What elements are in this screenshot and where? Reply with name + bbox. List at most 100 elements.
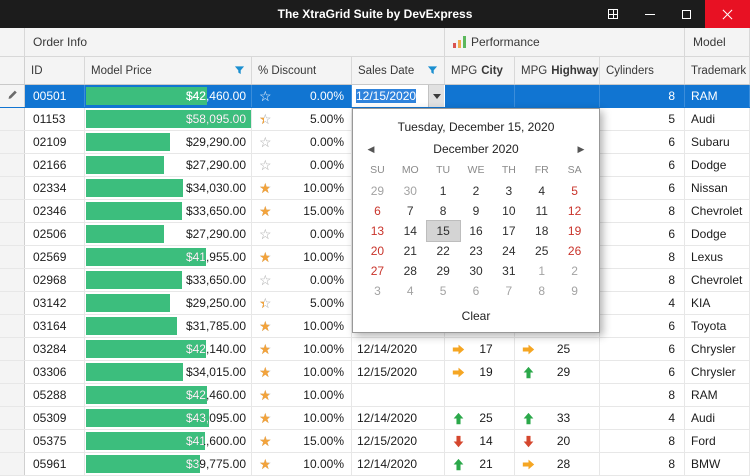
row-indicator[interactable] [0, 384, 25, 406]
column-header-discount[interactable]: % Discount [252, 57, 352, 84]
cell-cylinders[interactable]: 4 [600, 292, 685, 314]
cell-cylinders[interactable]: 8 [600, 200, 685, 222]
cell-model-price[interactable]: $27,290.00 $27,290.00 [85, 154, 252, 176]
cell-cylinders[interactable]: 8 [600, 85, 685, 107]
calendar-day[interactable]: 31 [492, 261, 525, 281]
table-row[interactable]: 00501 $42,460.00 $42,460.00 ☆ ★ 0.00% 12/15/20… [0, 85, 750, 108]
row-indicator[interactable] [0, 108, 25, 130]
dropdown-button[interactable] [428, 85, 444, 107]
calendar-day[interactable]: 23 [460, 241, 493, 261]
cell-cylinders[interactable]: 8 [600, 246, 685, 268]
cell-cylinders[interactable]: 8 [600, 384, 685, 406]
calendar-day[interactable]: 29 [361, 181, 394, 201]
cell-trademark[interactable]: RAM [685, 85, 750, 107]
calendar-day[interactable]: 13 [361, 221, 394, 241]
calendar-day[interactable]: 25 [525, 241, 558, 261]
cell-id[interactable]: 05961 [25, 453, 85, 475]
cell-id[interactable]: 05375 [25, 430, 85, 452]
cell-trademark[interactable]: Chrysler [685, 361, 750, 383]
filter-icon[interactable] [427, 65, 438, 76]
cell-cylinders[interactable]: 5 [600, 108, 685, 130]
row-indicator[interactable] [0, 223, 25, 245]
cell-model-price[interactable]: $29,250.00 $29,250.00 [85, 292, 252, 314]
cell-trademark[interactable]: RAM [685, 384, 750, 406]
calendar-day[interactable]: 14 [394, 221, 427, 241]
cell-trademark[interactable]: Nissan [685, 177, 750, 199]
cell-cylinders[interactable]: 6 [600, 338, 685, 360]
cell-id[interactable]: 02506 [25, 223, 85, 245]
row-indicator[interactable] [0, 338, 25, 360]
calendar-day[interactable]: 3 [492, 181, 525, 201]
row-indicator[interactable] [0, 246, 25, 268]
cell-trademark[interactable]: BMW [685, 453, 750, 475]
column-header-cylinders[interactable]: Cylinders [600, 57, 685, 84]
table-row[interactable]: 05961 $39,775.00 $39,775.00 ☆ ★ 10.00% 12/14/2… [0, 453, 750, 476]
calendar-day[interactable]: 2 [558, 261, 591, 281]
calendar-day[interactable]: 8 [525, 281, 558, 301]
calendar-prev-month-button[interactable]: ◀ [363, 144, 379, 155]
cell-mpg-city[interactable] [445, 384, 515, 406]
cell-sales-date[interactable]: 12/14/2020 [352, 453, 445, 475]
calendar-day[interactable]: 9 [460, 201, 493, 221]
cell-discount[interactable]: ☆ ★ 10.00% [252, 407, 352, 429]
calendar-day[interactable]: 2 [460, 181, 493, 201]
cell-trademark[interactable]: Chrysler [685, 338, 750, 360]
cell-trademark[interactable]: Chevrolet [685, 269, 750, 291]
row-indicator[interactable] [0, 177, 25, 199]
cell-trademark[interactable]: Dodge [685, 154, 750, 176]
cell-mpg-city[interactable]: 14 [445, 430, 515, 452]
calendar-day[interactable]: 30 [460, 261, 493, 281]
cell-trademark[interactable]: Chevrolet [685, 200, 750, 222]
cell-trademark[interactable]: KIA [685, 292, 750, 314]
filter-icon[interactable] [234, 65, 245, 76]
cell-model-price[interactable]: $43,095.00 $43,095.00 [85, 407, 252, 429]
cell-discount[interactable]: ☆ ★ 10.00% [252, 315, 352, 337]
calendar-month-label[interactable]: December 2020 [379, 142, 573, 156]
calendar-clear-button[interactable]: Clear [361, 301, 591, 330]
table-row[interactable]: 05375 $41,600.00 $41,600.00 ☆ ★ 15.00% 12/15/2… [0, 430, 750, 453]
calendar-day[interactable]: 6 [460, 281, 493, 301]
cell-sales-date[interactable]: 12/15/2020 [352, 361, 445, 383]
cell-discount[interactable]: ☆ ★ 0.00% [252, 131, 352, 153]
calendar-day[interactable]: 17 [492, 221, 525, 241]
cell-id[interactable]: 03142 [25, 292, 85, 314]
cell-trademark[interactable]: Ford [685, 430, 750, 452]
calendar-day[interactable]: 15 [425, 220, 461, 242]
cell-mpg-city[interactable]: 19 [445, 361, 515, 383]
cell-sales-date[interactable]: 12/14/2020 [352, 338, 445, 360]
calendar-day[interactable]: 3 [361, 281, 394, 301]
cell-sales-date[interactable] [352, 384, 445, 406]
cell-discount[interactable]: ☆ ★ 5.00% [252, 292, 352, 314]
cell-mpg-city[interactable]: 17 [445, 338, 515, 360]
cell-cylinders[interactable]: 8 [600, 269, 685, 291]
cell-cylinders[interactable]: 8 [600, 453, 685, 475]
calendar-day[interactable]: 28 [394, 261, 427, 281]
cell-id[interactable]: 01153 [25, 108, 85, 130]
cell-cylinders[interactable]: 6 [600, 177, 685, 199]
cell-model-price[interactable]: $33,650.00 $33,650.00 [85, 200, 252, 222]
cell-model-price[interactable]: $42,460.00 $42,460.00 [85, 85, 252, 107]
calendar-day[interactable]: 10 [492, 201, 525, 221]
calendar-day[interactable]: 1 [525, 261, 558, 281]
cell-discount[interactable]: ☆ ★ 10.00% [252, 246, 352, 268]
cell-model-price[interactable]: $29,290.00 $29,290.00 [85, 131, 252, 153]
table-row[interactable]: 05309 $43,095.00 $43,095.00 ☆ ★ 10.00% 12/14/2… [0, 407, 750, 430]
cell-trademark[interactable]: Audi [685, 407, 750, 429]
row-indicator[interactable] [0, 154, 25, 176]
cell-id[interactable]: 05309 [25, 407, 85, 429]
cell-discount[interactable]: ☆ ★ 0.00% [252, 269, 352, 291]
calendar-day[interactable]: 16 [460, 221, 493, 241]
cell-mpg-highway[interactable]: 28 [515, 453, 600, 475]
row-indicator[interactable] [0, 453, 25, 475]
cell-model-price[interactable]: $34,015.00 $34,015.00 [85, 361, 252, 383]
cell-cylinders[interactable]: 4 [600, 407, 685, 429]
calendar-day[interactable]: 21 [394, 241, 427, 261]
cell-mpg-highway[interactable]: 20 [515, 430, 600, 452]
column-header-model-price[interactable]: Model Price [85, 57, 252, 84]
cell-trademark[interactable]: Toyota [685, 315, 750, 337]
cell-cylinders[interactable]: 6 [600, 223, 685, 245]
column-header-mpg-city[interactable]: MPG City [445, 57, 515, 84]
cell-mpg-highway[interactable] [515, 384, 600, 406]
calendar-day[interactable]: 7 [394, 201, 427, 221]
cell-discount[interactable]: ☆ ★ 0.00% [252, 223, 352, 245]
